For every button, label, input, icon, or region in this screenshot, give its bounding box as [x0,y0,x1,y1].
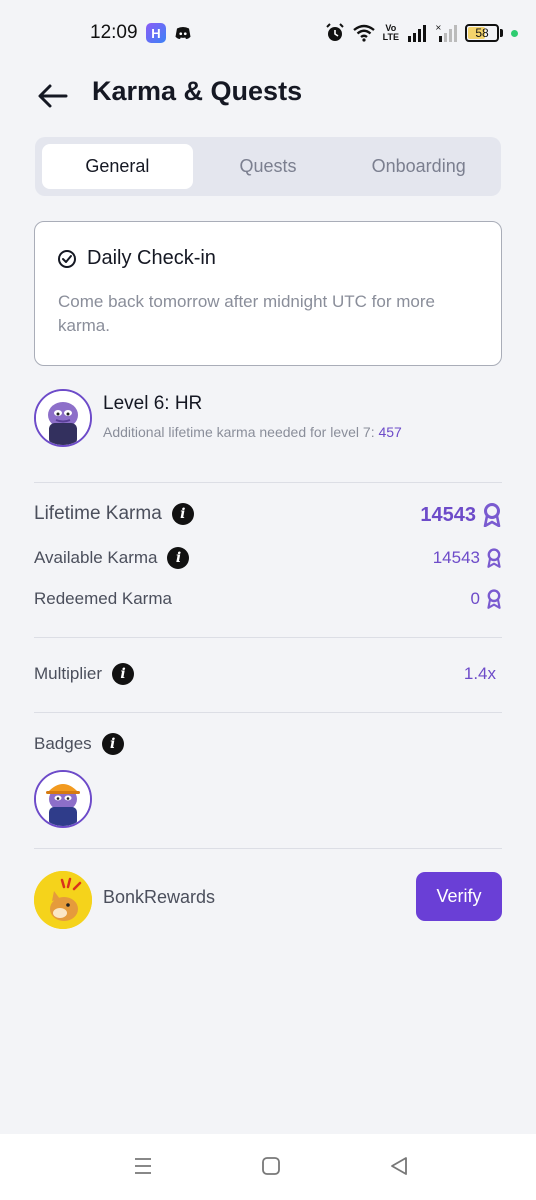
info-icon[interactable]: i [101,733,124,755]
signal-icon [408,25,426,42]
signal-weak-icon: × [435,24,457,42]
check-circle-icon [58,249,76,268]
level-subtitle: Additional lifetime karma needed for lev… [103,424,402,440]
tab-quests[interactable]: Quests [193,144,344,189]
level-title: Level 6: HR [103,393,203,414]
bonk-rewards-label: BonkRewards [103,887,216,907]
menu-icon[interactable] [133,1156,153,1176]
bonk-avatar [34,871,92,929]
tab-bar: General Quests Onboarding [35,137,501,196]
redeemed-karma-value-group: 0 [471,589,502,609]
lifetime-karma-value-group: 14543 [420,503,502,527]
available-karma-row: Available Karma i [34,547,190,569]
status-bar: 12:09 H Vo LTE × 58 [0,0,536,66]
multiplier-row: Multiplier i [34,663,135,685]
badges-label: Badges [34,734,92,753]
ribbon-award-icon [487,548,501,568]
bonk-dog-icon [34,871,92,929]
lifetime-karma-label: Lifetime Karma [34,503,162,524]
svg-text:×: × [435,24,442,32]
volte-indicator: Vo LTE [383,24,399,42]
home-icon[interactable] [261,1156,281,1176]
tab-onboarding[interactable]: Onboarding [343,144,494,189]
karma-quests-screen: 12:09 H Vo LTE × 58 Karma & Quests Gener… [0,0,536,1200]
daily-checkin-card: Daily Check-in Come back tomorrow after … [34,221,502,366]
tab-general[interactable]: General [42,144,193,189]
divider [34,712,502,713]
status-time: 12:09 [90,22,138,43]
ribbon-award-icon [487,589,501,609]
divider [34,848,502,849]
info-icon[interactable]: i [167,547,190,569]
wifi-icon [352,24,375,42]
battery-icon: 58 [465,24,499,42]
redeemed-karma-label: Redeemed Karma [34,589,172,608]
builder-pepe-badge-icon [36,772,90,826]
badges-row: Badges i [34,733,124,755]
divider [34,637,502,638]
alarm-icon [325,23,344,41]
status-icons: Vo LTE × 58 [325,21,518,45]
volte-line2: LTE [382,32,399,42]
badge-item[interactable] [34,770,92,828]
karma-needed-value: 457 [378,424,402,440]
info-icon[interactable]: i [112,663,135,685]
redeemed-karma-row: Redeemed Karma [34,589,172,609]
lifetime-karma-row: Lifetime Karma i [34,503,194,525]
multiplier-value-group: 1.4x [464,664,496,684]
lifetime-karma-value: 14543 [420,503,476,526]
divider [34,482,502,483]
battery-level: 58 [475,26,489,40]
checkin-text: Come back tomorrow after midnight UTC fo… [58,292,435,335]
multiplier-label: Multiplier [34,664,103,683]
page-title: Karma & Quests [92,76,303,106]
info-icon[interactable]: i [171,503,194,525]
back-arrow-icon[interactable] [36,82,70,110]
level-avatar [34,389,92,447]
privacy-dot [511,29,518,37]
available-karma-label: Available Karma [34,548,158,567]
back-icon[interactable] [389,1156,409,1176]
redeemed-karma-value: 0 [470,589,480,608]
level-subtitle-text: Additional lifetime karma needed for lev… [103,424,375,440]
discord-icon [175,27,191,39]
available-karma-value: 14543 [432,548,480,567]
battery-tip [500,29,503,37]
system-nav-bar [0,1134,536,1200]
available-karma-value-group: 14543 [433,548,502,568]
app-notification-icon: H [146,23,166,43]
verify-button[interactable]: Verify [416,872,502,921]
multiplier-value: 1.4x [463,664,496,683]
checkin-header: Daily Check-in [57,247,216,270]
ribbon-award-icon [483,503,501,527]
checkin-title: Daily Check-in [87,247,216,269]
pepe-avatar-icon [36,391,90,445]
